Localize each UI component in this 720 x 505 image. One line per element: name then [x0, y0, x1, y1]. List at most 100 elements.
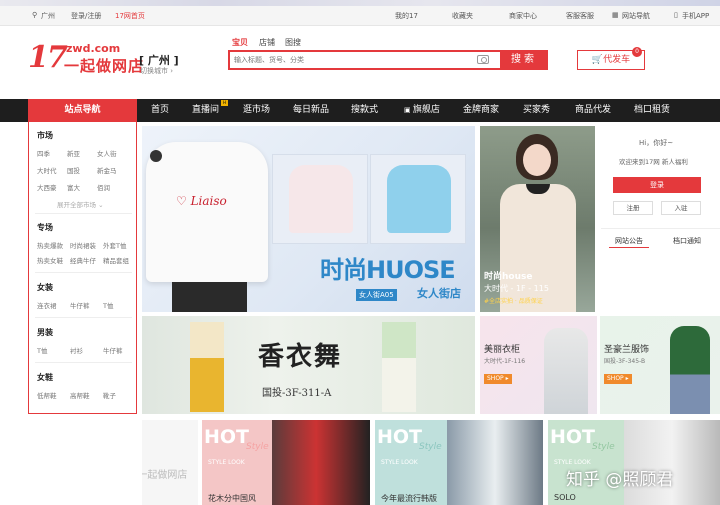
logo-domain: zwd.com — [66, 42, 121, 55]
bottom-hot-banner-3[interactable]: HOT Style STYLE LOOK SOLO — [548, 420, 720, 505]
cart-icon: 🛒 — [591, 55, 604, 65]
main-banner[interactable]: ♡ Liaiso 时尚HUOSE 女人街A05 女人街店 — [142, 126, 475, 312]
green-tshirt-model — [670, 326, 710, 414]
sidebar-link[interactable]: 热卖爆款 — [37, 240, 63, 250]
sidebar-link[interactable]: 佰润 — [97, 182, 110, 192]
merchant-link[interactable]: 商家中心 — [509, 11, 537, 21]
girl-banner-title: 时尚house — [484, 272, 533, 282]
site-nav-button[interactable]: 站点导航 — [28, 99, 137, 122]
bottom-hot-banner-2[interactable]: HOT Style STYLE LOOK 今年最流行韩版 — [375, 420, 543, 505]
switch-city-link[interactable]: 切换城市 › — [140, 66, 173, 76]
settle-button[interactable]: 入驻 — [661, 201, 701, 215]
white-dress-model — [382, 322, 416, 412]
sidebar-link[interactable]: 牛仔裤 — [70, 300, 90, 310]
couple-photo — [272, 420, 370, 505]
hot-title: HOT — [377, 426, 423, 448]
nav-buyer-show[interactable]: 买家秀 — [523, 99, 550, 122]
sidebar-link[interactable]: 经典牛仔 — [70, 255, 96, 265]
sitenav-link[interactable]: 网站导航 — [622, 11, 650, 21]
shop-button[interactable]: SHOP ▸ — [484, 374, 512, 384]
sidebar-link[interactable]: 衬衫 — [70, 345, 83, 355]
sidebar-title-special: 专场 — [37, 223, 53, 232]
tab-active-underline — [609, 247, 649, 248]
watch-image — [150, 150, 162, 162]
nav-live[interactable]: 直播间 — [192, 99, 219, 122]
search-tab-shop[interactable]: 店铺 — [259, 37, 275, 48]
sidebar-link[interactable]: 靴子 — [103, 390, 116, 400]
black-pants-image — [172, 282, 247, 312]
small-banner-title: 美丽衣柜 — [484, 345, 521, 355]
small-banner-2[interactable]: 圣豪兰服饰 国投-3F-345-B SHOP ▸ — [600, 316, 720, 414]
nav-gold-merchant[interactable]: 金牌商家 — [463, 99, 499, 122]
sidebar-link[interactable]: T恤 — [37, 345, 47, 355]
nav-daily-new[interactable]: 每日新品 — [293, 99, 329, 122]
site-logo[interactable]: 17 zwd.com 一起做网店 — [28, 40, 148, 76]
shop-button[interactable]: SHOP ▸ — [604, 374, 632, 384]
sidebar-title-men: 男装 — [37, 328, 53, 337]
small-banner-sub: 国投-3F-345-B — [604, 358, 646, 365]
small-banner-1[interactable]: 美丽衣柜 大时代-1F-116 SHOP ▸ — [480, 316, 597, 414]
welcome-text: 欢迎来到17网 新人福利 — [619, 158, 688, 166]
cart-count-badge: 0 — [632, 47, 642, 57]
sidebar-title-women: 女装 — [37, 283, 53, 292]
sidebar-link[interactable]: 女人街 — [97, 148, 117, 158]
search-input[interactable] — [230, 52, 470, 68]
login-link[interactable]: 登录/注册 — [71, 11, 101, 21]
sidebar-divider — [35, 272, 132, 273]
xiangyiwu-sub: 国投-3F-311-A — [262, 388, 332, 399]
sidebar-link[interactable]: 低帮鞋 — [37, 390, 57, 400]
mobile-link[interactable]: 手机APP — [682, 11, 709, 21]
sidebar-link[interactable]: 热卖女鞋 — [37, 255, 63, 265]
sitenav-icon: ▦ — [612, 11, 619, 19]
logo-cn: 一起做网店 — [64, 57, 145, 75]
sidebar-link[interactable]: 新金马 — [97, 165, 117, 175]
bottom-watermark-logo: 17 zwd.com 一起做网店 — [142, 470, 188, 481]
expand-markets-link[interactable]: 展开全部市场 ⌄ — [57, 199, 104, 209]
nav-home[interactable]: 首页 — [151, 99, 169, 122]
search-button[interactable]: 搜索 — [500, 50, 548, 70]
sidebar-link[interactable]: 牛仔裤 — [103, 345, 123, 355]
sidebar-link[interactable]: 富大 — [67, 182, 80, 192]
my17-link[interactable]: 我的17 — [395, 11, 418, 21]
sidebar-link[interactable]: 国投 — [67, 165, 80, 175]
home-link[interactable]: 17网首页 — [115, 11, 145, 21]
sidebar-link[interactable]: 外套T恤 — [103, 240, 126, 250]
small-banner-title: 圣豪兰服饰 — [604, 345, 650, 355]
hot-badge: H — [221, 100, 228, 106]
nav-market[interactable]: 逛市场 — [243, 99, 270, 122]
nav-search-style[interactable]: 搜款式 — [351, 99, 378, 122]
sidebar-link[interactable]: 大西豪 — [37, 182, 57, 192]
tab-announcements[interactable]: 网站公告 — [615, 236, 643, 246]
sidebar-title-market: 市场 — [37, 131, 53, 140]
sidebar-link[interactable]: 精品套组 — [103, 255, 129, 265]
location-icon: ⚲ — [32, 11, 38, 19]
camera-icon[interactable] — [477, 55, 489, 64]
hot-sub: Style — [419, 442, 442, 452]
sidebar-link[interactable]: 高帮鞋 — [70, 390, 90, 400]
search-tab-item[interactable]: 宝贝 — [232, 37, 248, 48]
sidebar-link[interactable]: 新亚 — [67, 148, 80, 158]
sidebar-divider — [35, 362, 132, 363]
nav-flagship[interactable]: ▣ 旗舰店 — [404, 99, 440, 122]
pink-shirt-card — [272, 154, 368, 244]
search-tab-image[interactable]: 图搜 — [285, 37, 301, 48]
sidebar-link[interactable]: 大时代 — [37, 165, 57, 175]
login-button[interactable]: 登录 — [613, 177, 701, 193]
nav-dropship[interactable]: 商品代发 — [575, 99, 611, 122]
sidebar-link[interactable]: 连衣裙 — [37, 300, 57, 310]
bottom-hot-banner-1[interactable]: HOT Style STYLE LOOK 花木分中国风 — [202, 420, 370, 505]
top-city[interactable]: 广州 — [41, 11, 55, 21]
service-link[interactable]: 客服客服 — [566, 11, 594, 21]
tab-stall-notices[interactable]: 档口通知 — [673, 236, 701, 246]
sidebar-link[interactable]: T恤 — [103, 300, 113, 310]
favorites-link[interactable]: 收藏夹 — [452, 11, 473, 21]
yellow-dress-model — [190, 322, 224, 412]
sidebar-link[interactable]: 时尚裙装 — [70, 240, 96, 250]
xiangyiwu-title: 香衣舞 — [258, 342, 343, 372]
girl-banner[interactable]: 时尚house 大时代 - 1F - 115 #全店实拍 · 品质保证 — [480, 126, 595, 312]
panel-divider — [601, 228, 720, 229]
register-button[interactable]: 注册 — [613, 201, 653, 215]
xiangyiwu-banner[interactable]: 香衣舞 国投-3F-311-A — [142, 316, 475, 414]
nav-stall-rent[interactable]: 档口租赁 — [634, 99, 670, 122]
sidebar-link[interactable]: 四季 — [37, 148, 50, 158]
